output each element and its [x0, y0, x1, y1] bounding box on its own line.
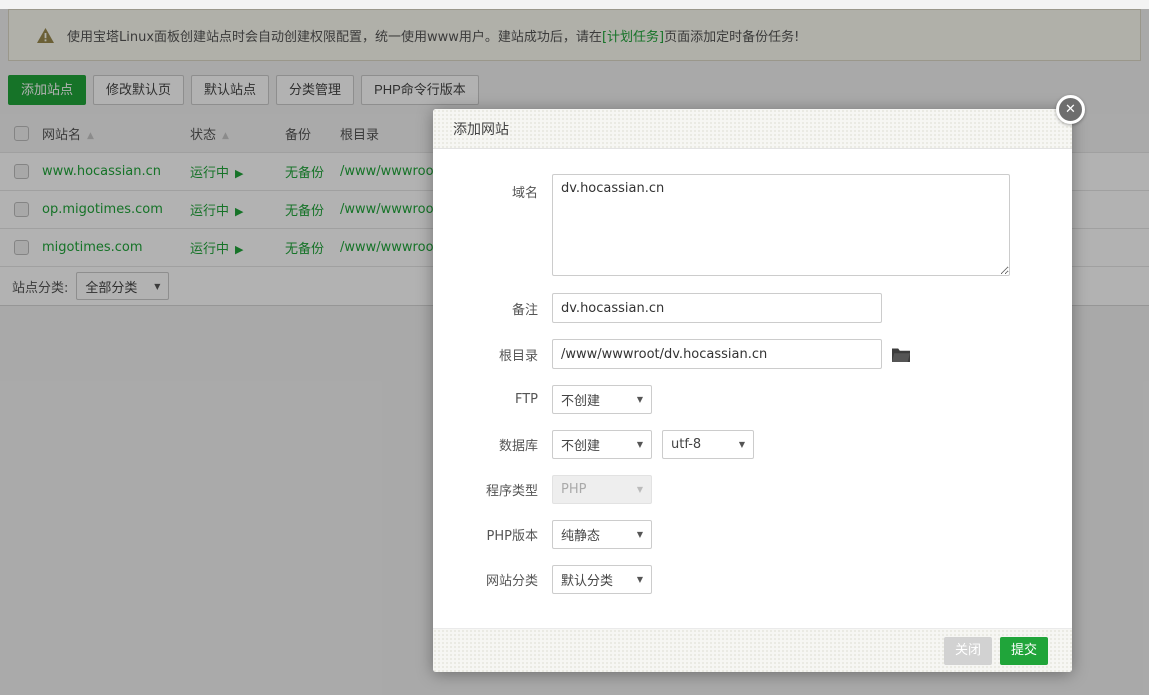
- chevron-down-icon: ▼: [637, 395, 643, 404]
- close-button[interactable]: 关闭: [944, 637, 992, 665]
- close-icon[interactable]: ✕: [1056, 95, 1085, 124]
- site-category-label: 网站分类: [433, 570, 538, 589]
- note-input[interactable]: [552, 293, 882, 323]
- app-type-label: 程序类型: [433, 480, 538, 499]
- modal-footer: 关闭 提交: [433, 628, 1072, 672]
- add-site-form: 域名 dv.hocassian.cn 备注 根目录 FTP 不创建 ▼ 数据库 …: [433, 149, 1072, 628]
- ftp-select[interactable]: 不创建 ▼: [552, 385, 652, 414]
- site-category-select[interactable]: 默认分类 ▼: [552, 565, 652, 594]
- domain-label: 域名: [433, 174, 538, 201]
- chevron-down-icon: ▼: [637, 440, 643, 449]
- php-version-select[interactable]: 纯静态 ▼: [552, 520, 652, 549]
- folder-icon[interactable]: [892, 347, 910, 362]
- app-type-select: PHP ▼: [552, 475, 652, 504]
- chevron-down-icon: ▼: [637, 530, 643, 539]
- chevron-down-icon: ▼: [637, 485, 643, 494]
- add-site-modal: ✕ 添加网站 域名 dv.hocassian.cn 备注 根目录 FTP 不创建…: [433, 109, 1072, 672]
- chevron-down-icon: ▼: [637, 575, 643, 584]
- note-label: 备注: [433, 299, 538, 318]
- root-path-label: 根目录: [433, 345, 538, 364]
- database-label: 数据库: [433, 435, 538, 454]
- submit-button[interactable]: 提交: [1000, 637, 1048, 665]
- database-select[interactable]: 不创建 ▼: [552, 430, 652, 459]
- root-path-input[interactable]: [552, 339, 882, 369]
- charset-select[interactable]: utf-8 ▼: [662, 430, 754, 459]
- modal-title: 添加网站: [433, 109, 1072, 149]
- php-version-label: PHP版本: [433, 525, 538, 544]
- domain-textarea[interactable]: dv.hocassian.cn: [552, 174, 1010, 276]
- ftp-label: FTP: [433, 392, 538, 407]
- chevron-down-icon: ▼: [739, 440, 745, 449]
